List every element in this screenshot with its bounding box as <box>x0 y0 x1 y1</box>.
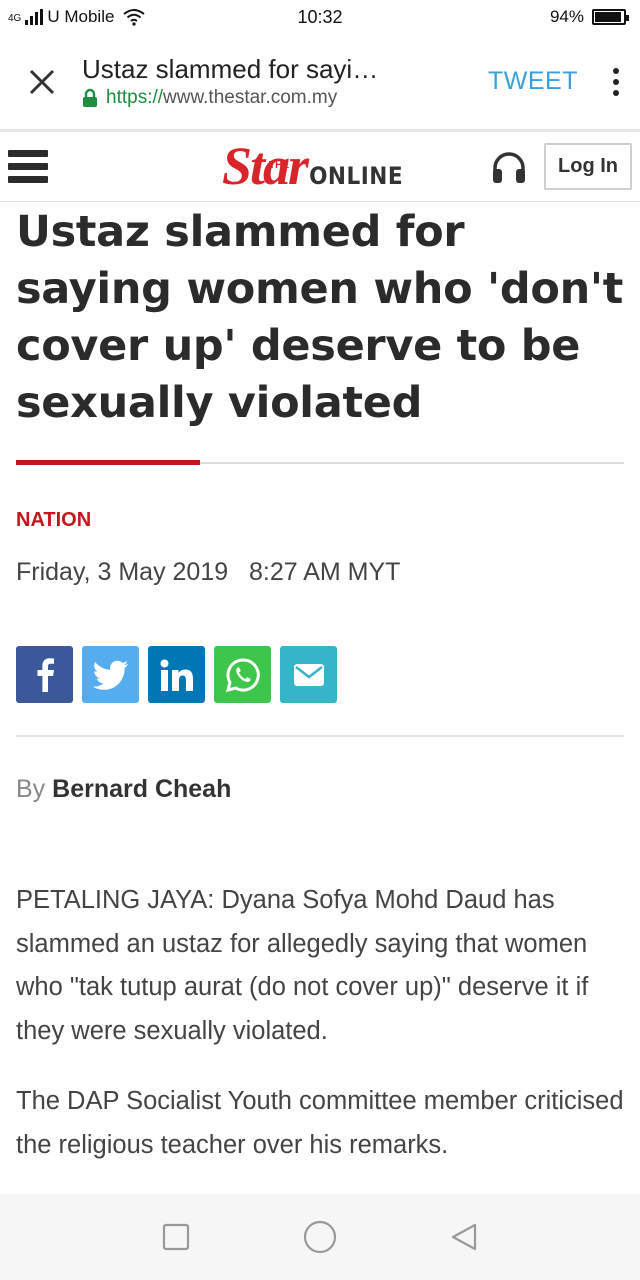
tweet-button[interactable]: TWEET <box>488 67 578 96</box>
url-line: https://www.thestar.com.my <box>82 87 468 109</box>
whatsapp-icon <box>225 657 260 692</box>
linkedin-icon <box>160 659 193 691</box>
logo-online: ONLINE <box>309 162 404 190</box>
headline-divider <box>16 460 624 465</box>
site-logo[interactable]: THE Star ONLINE <box>222 138 403 194</box>
status-time: 10:32 <box>297 6 343 27</box>
logo-the: THE <box>269 160 289 171</box>
logo-star: THE Star <box>222 136 309 196</box>
category-link[interactable]: NATION <box>16 509 624 532</box>
email-icon <box>293 663 324 686</box>
linkedin-share-button[interactable] <box>148 646 205 703</box>
signal-icon <box>25 9 44 25</box>
battery-percent: 94% <box>549 7 584 26</box>
site-header: THE Star ONLINE Log In <box>0 130 640 202</box>
byline-prefix: By <box>16 775 46 803</box>
network-type: 4G <box>8 13 22 24</box>
url-area[interactable]: Ustaz slammed for saying women who 'don'… <box>82 54 468 109</box>
lock-icon <box>83 88 97 107</box>
author-link[interactable]: Bernard Cheah <box>52 775 231 803</box>
system-nav-bar <box>0 1194 640 1280</box>
wifi-icon <box>123 9 146 26</box>
close-icon <box>29 69 55 94</box>
article-paragraph: PETALING JAYA: Dyana Sofya Mohd Daud has… <box>16 886 589 1045</box>
home-circle-icon[interactable] <box>303 1220 337 1254</box>
back-triangle-icon[interactable] <box>450 1222 478 1252</box>
battery-icon <box>592 9 629 25</box>
login-button[interactable]: Log In <box>544 143 632 190</box>
article: Ustaz slammed for saying women who 'don'… <box>0 204 640 1167</box>
url-host: www.thestar.com.my <box>163 87 338 108</box>
publish-date: Friday, 3 May 2019 8:27 AM MYT <box>16 558 401 586</box>
carrier-name: U Mobile <box>47 7 115 26</box>
whatsapp-share-button[interactable] <box>214 646 271 703</box>
recents-square-icon[interactable] <box>162 1223 190 1251</box>
status-right: 94% <box>549 7 629 27</box>
share-bar <box>16 646 624 703</box>
close-button[interactable] <box>20 60 64 104</box>
page-title: Ustaz slammed for saying women who 'don'… <box>82 54 392 84</box>
twitter-icon <box>92 660 128 690</box>
more-vert-icon[interactable] <box>606 67 626 96</box>
article-headline: Ustaz slammed for saying women who 'don'… <box>16 207 624 428</box>
status-left: 4G U Mobile <box>8 7 146 27</box>
byline: By Bernard Cheah <box>16 775 624 804</box>
battery-level <box>595 12 622 22</box>
share-separator <box>16 735 624 737</box>
browser-toolbar: Ustaz slammed for saying women who 'don'… <box>0 34 640 130</box>
hamburger-menu-icon[interactable] <box>8 150 48 183</box>
email-share-button[interactable] <box>280 646 337 703</box>
header-actions: Log In <box>490 143 632 190</box>
twitter-share-button[interactable] <box>82 646 139 703</box>
url-scheme: https:// <box>106 87 164 108</box>
logo-star-text: Star <box>222 136 309 196</box>
facebook-icon <box>37 657 54 692</box>
article-paragraph: The DAP Socialist Youth committee member… <box>16 1087 624 1159</box>
facebook-share-button[interactable] <box>16 646 73 703</box>
divider-red-accent <box>16 460 200 465</box>
headphones-icon[interactable] <box>490 150 528 184</box>
status-bar: 4G U Mobile 10:32 94% <box>0 0 640 34</box>
